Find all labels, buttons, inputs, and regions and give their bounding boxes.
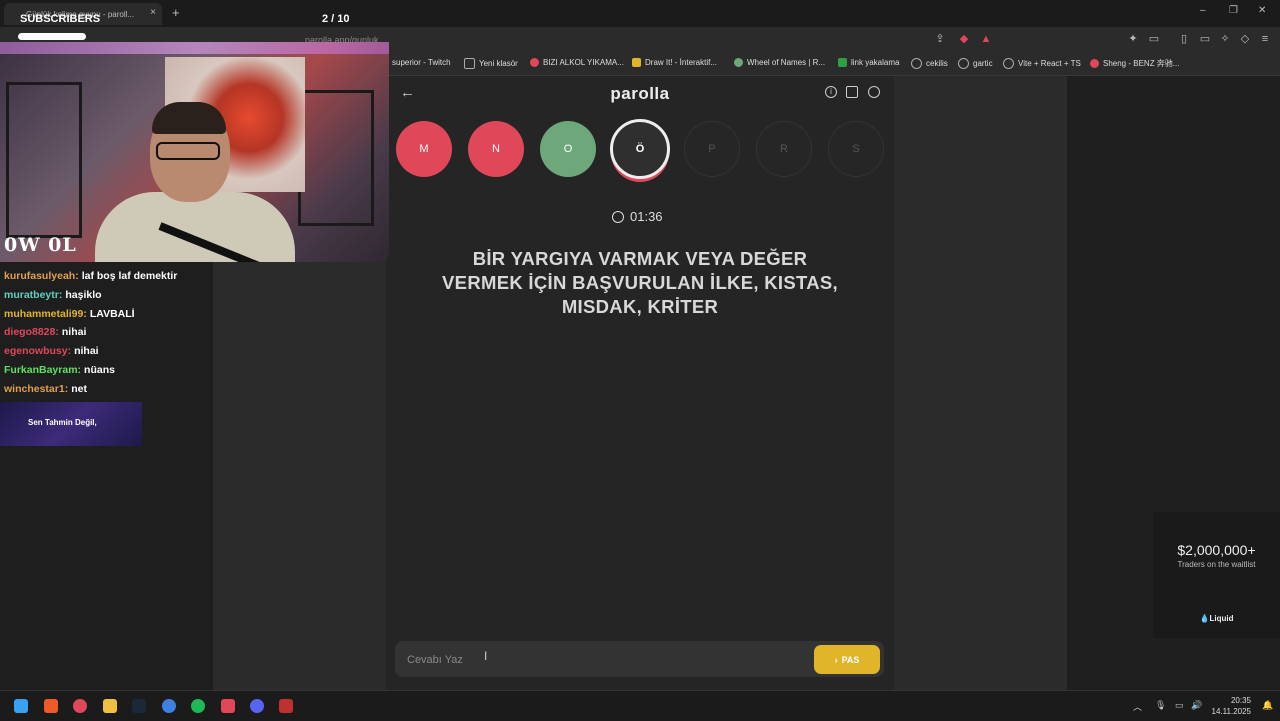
letter-circle: O: [540, 121, 596, 177]
bookmark-item[interactable]: Wheel of Names | R...: [734, 58, 825, 67]
bookmark-item[interactable]: Yeni klasör: [464, 58, 518, 69]
taskbar: ︿ 🎙 ▭ 🔊 20:35 14.11.2025 🔔: [0, 690, 1280, 721]
answer-box: [395, 641, 884, 677]
steam-icon[interactable]: [132, 699, 146, 713]
chat-message: winchestar1: net: [4, 383, 87, 395]
bookmark-item[interactable]: gartic: [958, 58, 993, 69]
profile-icon[interactable]: [868, 86, 880, 98]
volume-icon[interactable]: 🔊: [1191, 700, 1202, 711]
info-icon[interactable]: i: [825, 86, 837, 98]
bookmark-item[interactable]: cekilis: [911, 58, 948, 69]
new-tab-icon[interactable]: +: [172, 5, 180, 20]
promo-text: Sen Tahmin Değil,: [28, 418, 97, 427]
back-arrow-icon[interactable]: ←: [400, 84, 415, 101]
ad-logo: 💧Liquid: [1199, 614, 1234, 623]
chat-message: egenowbusy: nihai: [4, 345, 99, 357]
discord-icon[interactable]: [250, 699, 264, 713]
notifications-icon[interactable]: 🔔: [1262, 700, 1273, 711]
webcam-overlay: 0W 0L: [0, 42, 389, 262]
chat-message: FurkanBayram: nüans: [4, 364, 115, 376]
person-body: [95, 192, 295, 262]
subscribers-label: SUBSCRIBERS: [20, 13, 101, 25]
brave-icon[interactable]: [44, 699, 58, 713]
network-icon[interactable]: ▭: [1175, 700, 1184, 711]
chevron-up-icon[interactable]: ︿: [1133, 700, 1142, 713]
letter-circle-active: Ö: [610, 119, 670, 179]
bookmark-item[interactable]: link yakalama: [838, 58, 899, 67]
stream-promo-banner: Sen Tahmin Değil,: [0, 402, 142, 446]
sidebar-icon[interactable]: ▯: [1178, 33, 1190, 45]
minimize-icon[interactable]: –: [1200, 5, 1206, 16]
microphone-icon[interactable]: 🎙: [1155, 700, 1166, 711]
extensions-icon[interactable]: ✦: [1127, 33, 1139, 45]
pass-button[interactable]: › PAS: [814, 645, 880, 674]
clock-icon: [612, 210, 624, 223]
letter-circle: N: [468, 121, 524, 177]
ai-icon[interactable]: ✧: [1219, 33, 1231, 45]
person-hair: [152, 102, 226, 134]
spotify-icon[interactable]: [191, 699, 205, 713]
subscribers-counter: 2 / 10: [322, 13, 350, 25]
menu-icon[interactable]: ≡: [1259, 33, 1271, 45]
windows-start-icon[interactable]: [14, 699, 28, 713]
shelf: [298, 90, 374, 226]
ad-subtitle: Traders on the waitlist: [1177, 560, 1256, 569]
bookmark-item[interactable]: BIZI ALKOL YIKAMA...: [530, 58, 624, 67]
chat-message: muhammetali99: LAVBALİ: [4, 308, 135, 320]
folder-icon[interactable]: [103, 699, 117, 713]
app-icon[interactable]: [162, 699, 176, 713]
letter-circle: M: [396, 121, 452, 177]
browser-tab-bar: Günlük kelime oyunu - paroll... × + – ❐ …: [0, 0, 1280, 27]
answer-input[interactable]: [405, 649, 799, 671]
bookmark-item[interactable]: Draw It! - İnteraktif...: [632, 58, 717, 67]
shelf: [6, 82, 82, 238]
text-cursor-icon: I: [484, 649, 488, 663]
ad-banner[interactable]: $2,000,000+ Traders on the waitlist 💧Liq…: [1153, 512, 1280, 638]
close-window-icon[interactable]: ✕: [1258, 5, 1266, 16]
question-text: BİR YARGIYA VARMAK VEYA DEĞER VERMEK İÇİ…: [442, 248, 838, 317]
bookmark-item[interactable]: Sheng - BENZ 奔驰...: [1090, 58, 1179, 69]
webcam-logo: 0W 0L: [4, 234, 77, 256]
subscribers-progress-bar: [18, 33, 86, 40]
tab-close-icon[interactable]: ×: [150, 7, 156, 18]
rewards-icon[interactable]: ▲: [980, 33, 992, 45]
chat-message: muratbeytr: haşiklo: [4, 289, 102, 301]
stream-chat: kurufasulyeah: laf boş laf demektir murat…: [0, 262, 213, 690]
app-icon[interactable]: [279, 699, 293, 713]
app-icon[interactable]: [221, 699, 235, 713]
chat-message: diego8828: nihai: [4, 326, 87, 338]
site-icon: [838, 58, 847, 67]
brave-shield-icon[interactable]: ◆: [958, 33, 970, 45]
bookmark-item[interactable]: Vite + React + TS: [1003, 58, 1081, 69]
globe-icon: [958, 58, 969, 69]
glasses: [156, 142, 220, 160]
stats-icon[interactable]: [846, 86, 858, 98]
globe-icon: [911, 58, 922, 69]
letter-circle: R: [756, 121, 812, 177]
site-icon: [734, 58, 743, 67]
right-background-panel: [894, 76, 1067, 690]
folder-icon: [464, 58, 475, 69]
globe-icon: [1003, 58, 1014, 69]
share-icon[interactable]: ⇪: [934, 33, 946, 45]
timer-value: 01:36: [630, 209, 663, 224]
maps-icon[interactable]: [73, 699, 87, 713]
bookmark-item[interactable]: superior - Twitch: [392, 58, 451, 67]
vpn-icon[interactable]: ◇: [1239, 33, 1251, 45]
chevron-right-icon: ›: [834, 654, 838, 665]
site-icon: [632, 58, 641, 67]
maximize-icon[interactable]: ❐: [1229, 5, 1238, 16]
system-clock[interactable]: 20:35 14.11.2025: [1212, 695, 1251, 717]
timer: 01:36: [612, 209, 663, 224]
letter-circle: S: [828, 121, 884, 177]
light-bar: [0, 42, 389, 54]
tab-icon[interactable]: ▭: [1199, 33, 1211, 45]
letter-circle: P: [684, 121, 740, 177]
site-icon: [530, 58, 539, 67]
chat-message: kurufasulyeah: laf boş laf demektir: [4, 270, 178, 282]
wallet-icon[interactable]: ▭: [1148, 33, 1160, 45]
ad-amount: $2,000,000+: [1177, 542, 1256, 558]
brand-logo[interactable]: parolla: [540, 84, 740, 104]
site-icon: [1090, 59, 1099, 68]
